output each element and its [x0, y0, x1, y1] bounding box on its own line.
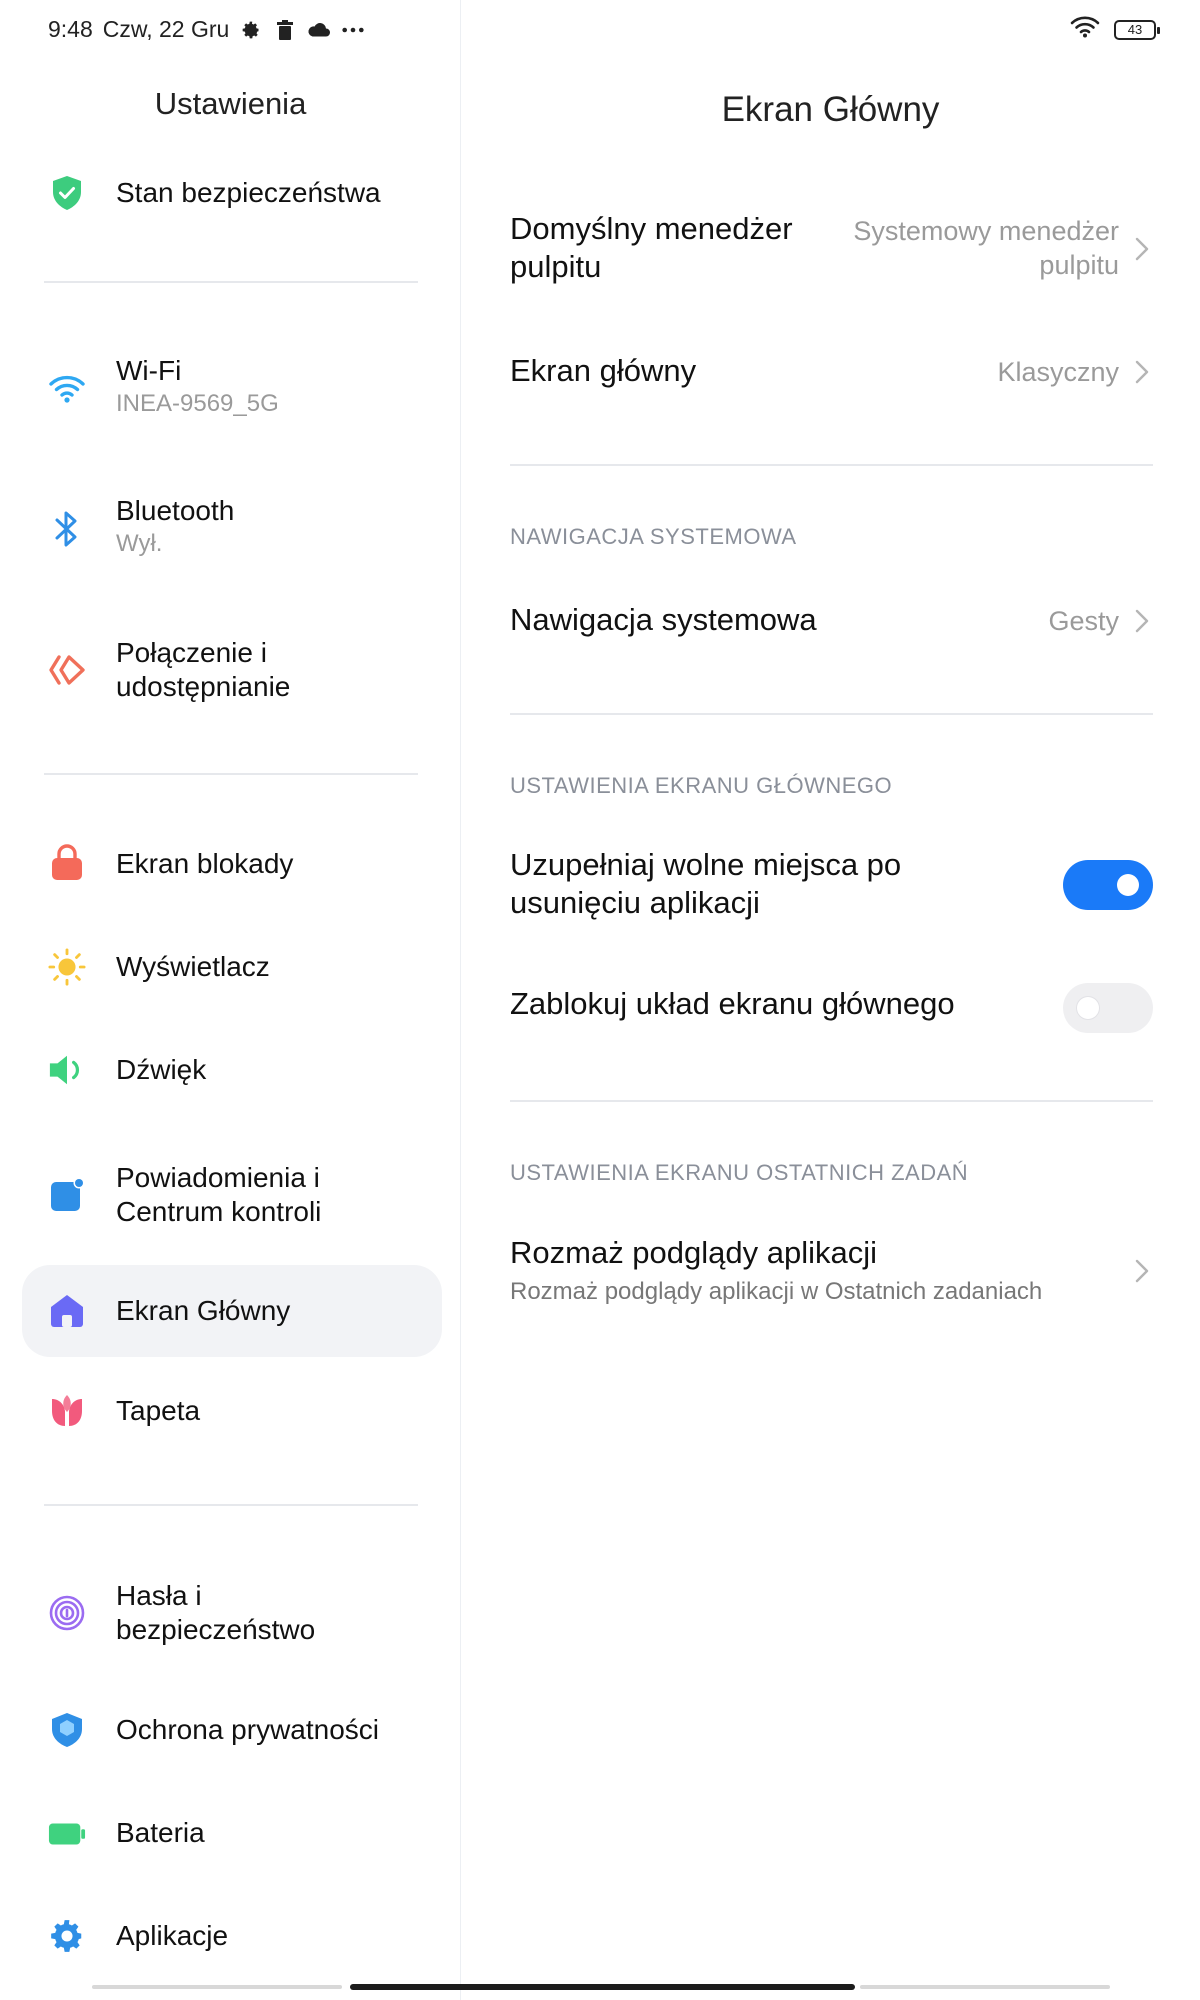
shield-check-icon — [48, 174, 86, 212]
blur-previews-description: Rozmaż podglądy aplikacji w Ostatnich za… — [510, 1278, 1043, 1305]
sidebar-item-label: Dźwięk — [116, 1054, 207, 1085]
sidebar-item-label: Wyświetlacz — [116, 951, 270, 982]
sidebar-title: Ustawienia — [154, 86, 307, 121]
lock-icon — [48, 844, 86, 882]
sidebar-item-wifi[interactable]: Wi-Fi INEA-9569_5G — [22, 350, 442, 430]
home-screen-label: Ekran główny — [510, 353, 697, 388]
section-divider — [510, 713, 1153, 715]
toggle-knob — [1117, 874, 1139, 896]
blur-previews-label: Rozmaż podglądy aplikacji — [510, 1235, 878, 1270]
sidebar-item-label: Ekran blokady — [116, 848, 294, 879]
sidebar-item-privacy[interactable]: Ochrona prywatności — [22, 1696, 442, 1766]
sidebar-divider — [44, 281, 418, 283]
sidebar-item-label: Aplikacje — [116, 1920, 229, 1951]
sidebar-item-sublabel: Wył. — [116, 530, 163, 557]
fingerprint-icon — [48, 1594, 86, 1632]
sidebar-item-label: Hasła i bezpieczeństwo — [116, 1580, 316, 1645]
home-screen-row[interactable]: Ekran główny Klasyczny — [510, 352, 1153, 398]
sidebar-item-label: Bluetooth — [116, 495, 235, 526]
sidebar-item-sound[interactable]: Dźwięk — [22, 1036, 442, 1106]
sidebar-item-label: Stan bezpieczeństwa — [116, 177, 381, 208]
sidebar-item-bluetooth[interactable]: Bluetooth Wył. — [22, 490, 442, 570]
wifi-icon — [48, 370, 86, 408]
sun-icon — [48, 948, 86, 986]
gesture-handle[interactable] — [350, 1984, 855, 1990]
sidebar-item-label: Wi-Fi — [116, 355, 182, 386]
home-screen-value: Klasyczny — [997, 357, 1119, 387]
chevron-right-icon — [1131, 1256, 1153, 1286]
sidebar-item-label: Ochrona prywatności — [116, 1714, 380, 1745]
status-right: 43 — [1070, 16, 1160, 43]
default-launcher-label: Domyślny menedżer pulpitu — [510, 211, 793, 284]
fill-gaps-label: Uzupełniaj wolne miejsca po usunięciu ap… — [510, 847, 902, 920]
section-header-recents: USTAWIENIA EKRANU OSTATNICH ZADAŃ — [510, 1160, 969, 1185]
battery-icon: 43 — [1114, 19, 1160, 40]
sidebar-item-home-screen[interactable]: Ekran Główny — [22, 1265, 442, 1357]
sidebar-item-wallpaper[interactable]: Tapeta — [22, 1377, 442, 1447]
system-navigation-value: Gesty — [1048, 606, 1119, 636]
wifi-icon — [1070, 16, 1100, 43]
fill-gaps-toggle[interactable] — [1063, 860, 1153, 910]
privacy-shield-icon — [48, 1711, 86, 1749]
sidebar-item-passwords-security[interactable]: Hasła i bezpieczeństwo — [22, 1573, 442, 1653]
apps-gear-icon — [48, 1917, 86, 1955]
home-icon — [48, 1292, 86, 1330]
lock-layout-label: Zablokuj układ ekranu głównego — [510, 986, 955, 1021]
sidebar-divider — [44, 773, 418, 775]
chevron-right-icon — [1131, 606, 1153, 636]
sidebar-item-label: Powiadomienia i Centrum kontroli — [116, 1162, 322, 1227]
blur-previews-row[interactable]: Rozmaż podglądy aplikacji Rozmaż podgląd… — [510, 1234, 1153, 1314]
bluetooth-icon — [48, 510, 86, 548]
page-title: Ekran Główny — [721, 90, 940, 129]
connection-sharing-icon — [48, 651, 86, 689]
default-launcher-row[interactable]: Domyślny menedżer pulpitu Systemowy mene… — [510, 210, 1153, 290]
battery-level: 43 — [1127, 22, 1143, 37]
gesture-hint-right — [860, 1985, 1110, 1989]
fill-gaps-row[interactable]: Uzupełniaj wolne miejsca po usunięciu ap… — [510, 846, 1153, 926]
sidebar: Ustawienia Stan bezpieczeństwa Wi-Fi INE… — [0, 0, 461, 2000]
sidebar-item-label: Bateria — [116, 1817, 205, 1848]
sidebar-item-connection-sharing[interactable]: Połączenie i udostępnianie — [22, 630, 442, 710]
sidebar-item-label: Połączenie i udostępnianie — [116, 637, 291, 702]
lock-layout-toggle[interactable] — [1063, 983, 1153, 1033]
sidebar-item-battery[interactable]: Bateria — [22, 1799, 442, 1869]
sidebar-item-display[interactable]: Wyświetlacz — [22, 933, 442, 1003]
section-header-navigation: NAWIGACJA SYSTEMOWA — [510, 524, 797, 549]
sidebar-item-notifications[interactable]: Powiadomienia i Centrum kontroli — [22, 1155, 442, 1235]
sidebar-item-label: Tapeta — [116, 1395, 201, 1426]
chevron-right-icon — [1131, 357, 1153, 387]
default-launcher-value: Systemowy menedżer pulpitu — [853, 216, 1119, 280]
sidebar-item-security-status[interactable]: Stan bezpieczeństwa — [22, 158, 442, 228]
system-navigation-label: Nawigacja systemowa — [510, 602, 817, 637]
speaker-icon — [48, 1051, 86, 1089]
notification-icon — [48, 1176, 86, 1214]
section-divider — [510, 1100, 1153, 1102]
gesture-hint-left — [92, 1985, 342, 1989]
sidebar-item-apps[interactable]: Aplikacje — [22, 1902, 442, 1972]
battery-icon — [48, 1815, 86, 1853]
sidebar-divider — [44, 1504, 418, 1506]
chevron-right-icon — [1131, 234, 1153, 264]
sidebar-item-lock-screen[interactable]: Ekran blokady — [22, 830, 442, 900]
toggle-knob — [1077, 997, 1099, 1019]
tulip-icon — [48, 1392, 86, 1430]
system-navigation-row[interactable]: Nawigacja systemowa Gesty — [510, 601, 1153, 647]
section-divider — [510, 464, 1153, 466]
lock-layout-row[interactable]: Zablokuj układ ekranu głównego — [510, 983, 1153, 1033]
sidebar-item-label: Ekran Główny — [116, 1295, 291, 1326]
section-header-home-settings: USTAWIENIA EKRANU GŁÓWNEGO — [510, 773, 893, 798]
sidebar-item-sublabel: INEA-9569_5G — [116, 390, 279, 417]
